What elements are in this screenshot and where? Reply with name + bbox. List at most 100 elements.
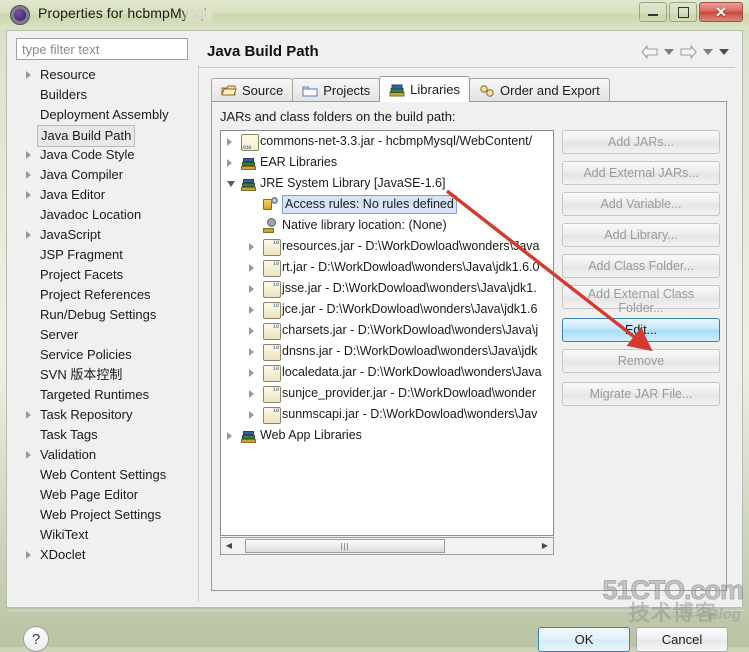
settings-tree[interactable]: Resource Builders Deployment Assembly Java … bbox=[16, 65, 199, 602]
sidebar-item-web-content-settings[interactable]: Web Content Settings bbox=[16, 465, 198, 485]
expand-chevron-right-icon[interactable] bbox=[26, 151, 31, 159]
tab-projects[interactable]: Projects bbox=[292, 78, 381, 102]
collapse-chevron-down-icon[interactable] bbox=[227, 181, 235, 191]
page-menu-chevron-down-icon[interactable] bbox=[719, 49, 729, 55]
expand-chevron-right-icon[interactable] bbox=[249, 285, 254, 293]
maximize-button[interactable] bbox=[669, 2, 697, 22]
add-library-button[interactable]: Add Library... bbox=[562, 223, 720, 247]
sidebar-item-targeted-runtimes[interactable]: Targeted Runtimes bbox=[16, 385, 198, 405]
tab-order-and-export[interactable]: Order and Export bbox=[469, 78, 610, 102]
tree-row[interactable]: resources.jar - D:\WorkDowload\wonders\J… bbox=[221, 233, 553, 257]
expand-chevron-right-icon[interactable] bbox=[249, 306, 254, 314]
cancel-button[interactable]: Cancel bbox=[636, 627, 728, 652]
sidebar-item-jsp-fragment[interactable]: JSP Fragment bbox=[16, 245, 198, 265]
expand-chevron-right-icon[interactable] bbox=[249, 369, 254, 377]
sidebar-item-task-tags[interactable]: Task Tags bbox=[16, 425, 198, 445]
tree-row[interactable]: dnsns.jar - D:\WorkDowload\wonders\Java\… bbox=[221, 338, 553, 362]
filter-input[interactable]: type filter text bbox=[16, 38, 188, 60]
tree-row[interactable]: jce.jar - D:\WorkDowload\wonders\Java\jd… bbox=[221, 296, 553, 320]
tab-libraries[interactable]: Libraries bbox=[379, 76, 471, 102]
tab-label: Order and Export bbox=[500, 83, 600, 98]
scroll-left-icon[interactable]: ◀ bbox=[221, 538, 237, 554]
tree-row[interactable]: rt.jar - D:\WorkDowload\wonders\Java\jdk… bbox=[221, 254, 553, 278]
sidebar-item-label: SVN 版本控制 bbox=[40, 367, 123, 382]
help-button[interactable]: ? bbox=[23, 626, 49, 652]
add-external-class-folder-button[interactable]: Add External Class Folder... bbox=[562, 285, 720, 315]
expand-chevron-right-icon[interactable] bbox=[26, 231, 31, 239]
sidebar-item-java-code-style[interactable]: Java Code Style bbox=[16, 145, 198, 165]
sidebar-item-java-compiler[interactable]: Java Compiler bbox=[16, 165, 198, 185]
expand-chevron-right-icon[interactable] bbox=[249, 243, 254, 251]
add-external-jars-button[interactable]: Add External JARs... bbox=[562, 161, 720, 185]
tab-source[interactable]: Source bbox=[211, 78, 294, 102]
expand-chevron-right-icon[interactable] bbox=[227, 159, 232, 167]
expand-chevron-right-icon[interactable] bbox=[26, 451, 31, 459]
sidebar-item-task-repository[interactable]: Task Repository bbox=[16, 405, 198, 425]
tree-row[interactable]: EAR Libraries bbox=[221, 152, 553, 173]
sidebar-item-server[interactable]: Server bbox=[16, 325, 198, 345]
sidebar-item-wikitext[interactable]: WikiText bbox=[16, 525, 198, 545]
expand-chevron-right-icon[interactable] bbox=[26, 551, 31, 559]
expand-chevron-right-icon[interactable] bbox=[227, 138, 232, 146]
back-history-chevron-down-icon[interactable] bbox=[664, 49, 674, 55]
scroll-thumb[interactable]: ||| bbox=[245, 539, 445, 553]
expand-chevron-right-icon[interactable] bbox=[26, 411, 31, 419]
back-arrow-icon[interactable] bbox=[641, 45, 658, 59]
tree-row[interactable]: jsse.jar - D:\WorkDowload\wonders\Java\j… bbox=[221, 275, 553, 299]
tree-row[interactable]: JRE System Library [JavaSE-1.6] bbox=[221, 173, 553, 194]
scroll-right-icon[interactable]: ▶ bbox=[537, 538, 553, 554]
sidebar-item-web-project-settings[interactable]: Web Project Settings bbox=[16, 505, 198, 525]
sidebar-item-project-facets[interactable]: Project Facets bbox=[16, 265, 198, 285]
close-button[interactable]: ✕ bbox=[699, 2, 743, 22]
sidebar-item-validation[interactable]: Validation bbox=[16, 445, 198, 465]
libraries-books-icon bbox=[389, 84, 405, 96]
content-pane: Java Build Path Source Projects Libraries O… bbox=[199, 35, 735, 602]
sidebar-item-resource[interactable]: Resource bbox=[16, 65, 198, 85]
sidebar-item-service-policies[interactable]: Service Policies bbox=[16, 345, 198, 365]
expand-chevron-right-icon[interactable] bbox=[249, 411, 254, 419]
expand-chevron-right-icon[interactable] bbox=[249, 390, 254, 398]
expand-chevron-right-icon[interactable] bbox=[249, 327, 254, 335]
sidebar-item-project-references[interactable]: Project References bbox=[16, 285, 198, 305]
edit-button[interactable]: Edit... bbox=[562, 318, 720, 342]
expand-chevron-right-icon[interactable] bbox=[26, 71, 31, 79]
add-class-folder-button[interactable]: Add Class Folder... bbox=[562, 254, 720, 278]
scroll-track[interactable]: ||| bbox=[237, 538, 537, 554]
sidebar-item-web-page-editor[interactable]: Web Page Editor bbox=[16, 485, 198, 505]
tree-row[interactable]: commons-net-3.3.jar - hcbmpMysql/WebCont… bbox=[221, 131, 553, 159]
add-jars-button[interactable]: Add JARs... bbox=[562, 130, 720, 154]
tree-horizontal-scrollbar[interactable]: ◀ ||| ▶ bbox=[220, 537, 554, 555]
forward-history-chevron-down-icon[interactable] bbox=[703, 49, 713, 55]
tree-row[interactable]: sunmscapi.jar - D:\WorkDowload\wonders\J… bbox=[221, 401, 553, 425]
sidebar-item-svn[interactable]: SVN 版本控制 bbox=[16, 365, 198, 385]
sidebar-item-java-editor[interactable]: Java Editor bbox=[16, 185, 198, 205]
sidebar-item-java-build-path[interactable]: Java Build Path bbox=[16, 125, 198, 147]
tree-row[interactable]: sunjce_provider.jar - D:\WorkDowload\won… bbox=[221, 380, 553, 404]
add-variable-button[interactable]: Add Variable... bbox=[562, 192, 720, 216]
tree-row[interactable]: charsets.jar - D:\WorkDowload\wonders\Ja… bbox=[221, 317, 553, 341]
sidebar-item-builders[interactable]: Builders bbox=[16, 85, 198, 105]
sidebar-item-xdoclet[interactable]: XDoclet bbox=[16, 545, 198, 565]
tree-row[interactable]: Access rules: No rules defined bbox=[221, 194, 553, 215]
tree-row[interactable]: localedata.jar - D:\WorkDowload\wonders\… bbox=[221, 359, 553, 383]
expand-chevron-right-icon[interactable] bbox=[249, 264, 254, 272]
tree-row[interactable]: Native library location: (None) bbox=[221, 215, 553, 236]
build-path-tree[interactable]: commons-net-3.3.jar - hcbmpMysql/WebCont… bbox=[220, 130, 554, 536]
sidebar-item-run-debug-settings[interactable]: Run/Debug Settings bbox=[16, 305, 198, 325]
remove-button[interactable]: Remove bbox=[562, 349, 720, 373]
sidebar-item-label: Service Policies bbox=[40, 347, 132, 362]
sidebar-item-label: Java Compiler bbox=[40, 167, 124, 182]
build-path-tabs[interactable]: Source Projects Libraries Order and Export bbox=[211, 76, 610, 102]
expand-chevron-right-icon[interactable] bbox=[26, 171, 31, 179]
sidebar-item-javascript[interactable]: JavaScript bbox=[16, 225, 198, 245]
tree-row[interactable]: Web App Libraries bbox=[221, 425, 553, 446]
expand-chevron-right-icon[interactable] bbox=[227, 432, 232, 440]
migrate-jar-file-button[interactable]: Migrate JAR File... bbox=[562, 382, 720, 406]
sidebar-item-deployment-assembly[interactable]: Deployment Assembly bbox=[16, 105, 198, 125]
expand-chevron-right-icon[interactable] bbox=[26, 191, 31, 199]
expand-chevron-right-icon[interactable] bbox=[249, 348, 254, 356]
minimize-button[interactable] bbox=[639, 2, 667, 22]
sidebar-item-javadoc-location[interactable]: Javadoc Location bbox=[16, 205, 198, 225]
ok-button[interactable]: OK bbox=[538, 627, 630, 652]
forward-arrow-icon[interactable] bbox=[680, 45, 697, 59]
